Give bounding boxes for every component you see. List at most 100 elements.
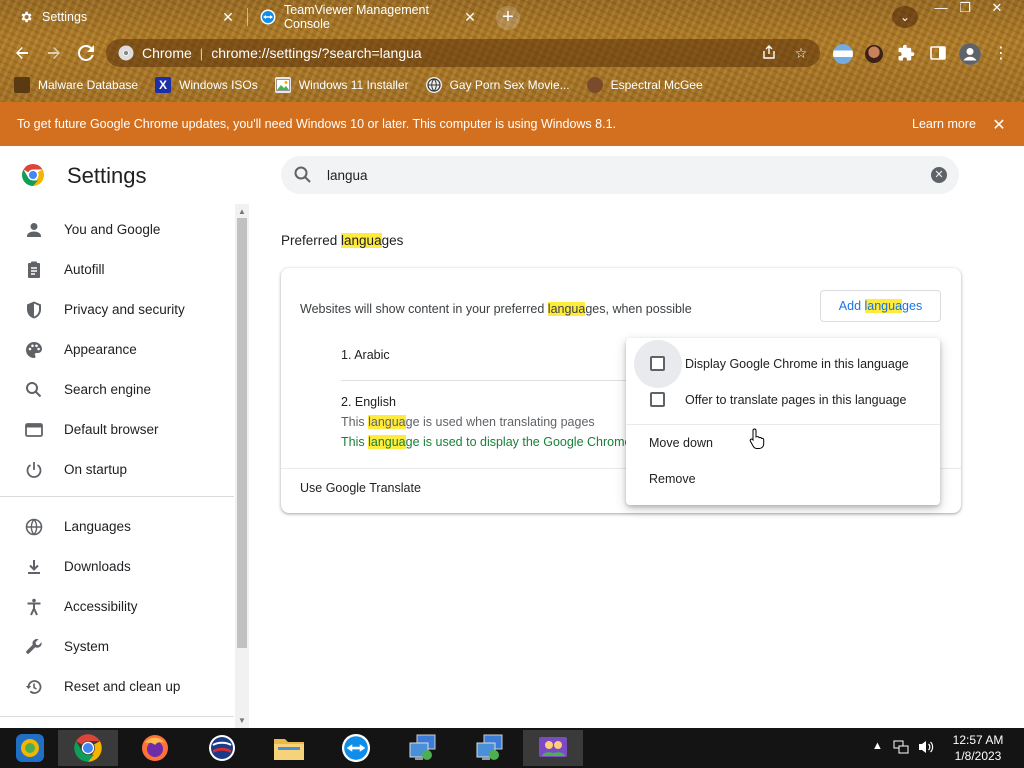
accessibility-icon <box>24 597 44 617</box>
bookmark-windows-11-installer[interactable]: Windows 11 Installer <box>274 77 409 93</box>
profile-extension-icon[interactable] <box>865 45 883 63</box>
sidebar-item-default-browser[interactable]: Default browser <box>0 410 234 450</box>
flag-extension-icon[interactable] <box>833 44 853 64</box>
close-tab-icon[interactable]: ✕ <box>220 9 236 25</box>
back-button[interactable] <box>9 40 35 66</box>
browser-toolbar: Chrome | chrome://settings/?search=langu… <box>0 36 1024 70</box>
start-app-icon <box>16 734 44 762</box>
taskbar-chrome[interactable] <box>58 730 118 766</box>
volume-icon[interactable] <box>917 739 935 768</box>
add-languages-button[interactable]: Add langua ges <box>820 290 941 322</box>
bookmark-windows-isos[interactable]: X Windows ISOs <box>155 77 258 93</box>
window-close-button[interactable]: ✕ <box>982 0 1012 18</box>
browser-frame: Settings ✕ TeamViewer Management Console… <box>0 0 1024 102</box>
page-title: Settings <box>67 163 147 188</box>
restore-icon <box>24 677 44 697</box>
hand-cursor-icon <box>747 428 767 450</box>
forward-button[interactable] <box>41 40 67 66</box>
bookmark-malware-database[interactable]: Malware Database <box>14 77 138 93</box>
display-chrome-checkbox[interactable] <box>650 356 665 371</box>
reload-button[interactable] <box>73 40 99 66</box>
taskbar-teamviewer[interactable] <box>326 730 386 766</box>
sidebar-item-reset-and-clean-up[interactable]: Reset and clean up <box>0 667 234 707</box>
offer-translate-option[interactable]: Offer to translate pages in this languag… <box>626 382 940 418</box>
search-icon <box>24 380 44 400</box>
windows-taskbar: ▲ 12:57 AM 1/8/2023 <box>0 728 1024 768</box>
new-tab-button[interactable]: + <box>496 6 520 30</box>
sidebar-item-languages[interactable]: Languages <box>0 507 234 547</box>
sidebar-item-on-startup[interactable]: On startup <box>0 450 234 490</box>
taskbar-start-app[interactable] <box>0 730 60 766</box>
close-icon[interactable]: ✕ <box>991 115 1007 135</box>
display-chrome-in-language-option[interactable]: Display Google Chrome in this language <box>626 340 940 388</box>
person-favicon-icon <box>586 77 603 93</box>
search-icon <box>293 165 313 185</box>
tab-title: Settings <box>42 10 88 24</box>
windows-isos-icon: X <box>155 77 172 93</box>
close-tab-icon[interactable]: ✕ <box>462 9 478 25</box>
move-down-menu-item[interactable]: Move down <box>626 425 940 461</box>
restore-button[interactable]: ❐ <box>950 0 980 18</box>
scroll-down-arrow-icon[interactable]: ▼ <box>238 716 246 725</box>
profile-avatar-icon[interactable] <box>959 43 981 65</box>
search-highlight: langua <box>341 233 382 248</box>
address-bar[interactable]: Chrome | chrome://settings/?search=langu… <box>106 39 820 67</box>
side-panel-icon[interactable] <box>929 44 949 64</box>
sidebar-item-accessibility[interactable]: Accessibility <box>0 587 234 627</box>
learn-more-link[interactable]: Learn more <box>912 117 976 131</box>
wrench-icon <box>24 637 44 657</box>
language-options-menu: Display Google Chrome in this language O… <box>626 338 940 505</box>
tab-title: TeamViewer Management Console <box>284 3 429 31</box>
sidebar-item-downloads[interactable]: Downloads <box>0 547 234 587</box>
circle-logo-icon <box>209 735 235 761</box>
tray-overflow-icon[interactable]: ▲ <box>872 740 883 768</box>
languages-description: Websites will show content in your prefe… <box>300 302 692 316</box>
settings-search-input[interactable]: langua ✕ <box>281 156 959 194</box>
sidebar-item-autofill[interactable]: Autofill <box>0 250 234 290</box>
users-icon <box>539 737 567 757</box>
settings-header: Settings langua ✕ <box>0 146 1024 204</box>
remote-desktop-icon <box>476 734 503 760</box>
palette-icon <box>24 340 44 360</box>
taskbar-file-explorer[interactable] <box>259 730 319 766</box>
remove-menu-item[interactable]: Remove <box>626 461 940 497</box>
sidebar-item-search-engine[interactable]: Search engine <box>0 370 234 410</box>
shield-icon <box>24 300 44 320</box>
taskbar-firefox[interactable] <box>125 730 185 766</box>
scroll-up-arrow-icon[interactable]: ▲ <box>238 207 246 216</box>
tab-search-button[interactable]: ⌄ <box>892 6 918 28</box>
taskbar-circle-app[interactable] <box>192 730 252 766</box>
scrollbar-thumb[interactable] <box>237 218 247 648</box>
url-text[interactable]: chrome://settings/?search=langua <box>211 45 422 61</box>
tab-teamviewer[interactable]: TeamViewer Management Console ✕ <box>250 2 488 32</box>
extensions-puzzle-icon[interactable] <box>897 44 917 64</box>
bookmark-gay-porn-sex-movie[interactable]: Gay Porn Sex Movie... <box>425 77 570 93</box>
sidebar-item-appearance[interactable]: Appearance <box>0 330 234 370</box>
sidebar-item-you-and-google[interactable]: You and Google <box>0 210 234 250</box>
tab-strip: Settings ✕ TeamViewer Management Console… <box>0 0 1024 34</box>
sidebar-item-system[interactable]: System <box>0 627 234 667</box>
bookmarks-bar: Malware Database X Windows ISOs Windows … <box>0 72 1024 98</box>
share-icon[interactable] <box>760 44 778 62</box>
clipboard-icon <box>24 260 44 280</box>
taskbar-clock[interactable]: 12:57 AM 1/8/2023 <box>946 732 1010 764</box>
taskbar-remote-desktop-2[interactable] <box>460 730 520 766</box>
chrome-icon <box>118 45 134 61</box>
teamviewer-icon <box>341 733 371 763</box>
sidebar-item-privacy-and-security[interactable]: Privacy and security <box>0 290 234 330</box>
update-infobar: To get future Google Chrome updates, you… <box>0 102 1024 146</box>
sidebar-scrollbar[interactable]: ▲ ▼ <box>235 204 249 728</box>
clear-search-icon[interactable]: ✕ <box>931 167 947 183</box>
taskbar-remote-desktop-1[interactable] <box>393 730 453 766</box>
offer-translate-checkbox[interactable] <box>650 392 665 407</box>
network-icon[interactable] <box>893 739 909 768</box>
tab-settings[interactable]: Settings ✕ <box>8 2 246 32</box>
search-query[interactable]: langua <box>327 168 368 183</box>
bookmark-star-icon[interactable]: ☆ <box>792 44 810 62</box>
download-icon <box>24 557 44 577</box>
taskbar-users-app[interactable] <box>523 730 583 766</box>
search-highlight: langua <box>864 299 903 313</box>
bookmark-espectral-mcgee[interactable]: Espectral McGee <box>586 77 703 93</box>
use-google-translate-label: Use Google Translate <box>300 481 421 495</box>
chrome-menu-icon[interactable]: ⋮ <box>993 44 1009 64</box>
